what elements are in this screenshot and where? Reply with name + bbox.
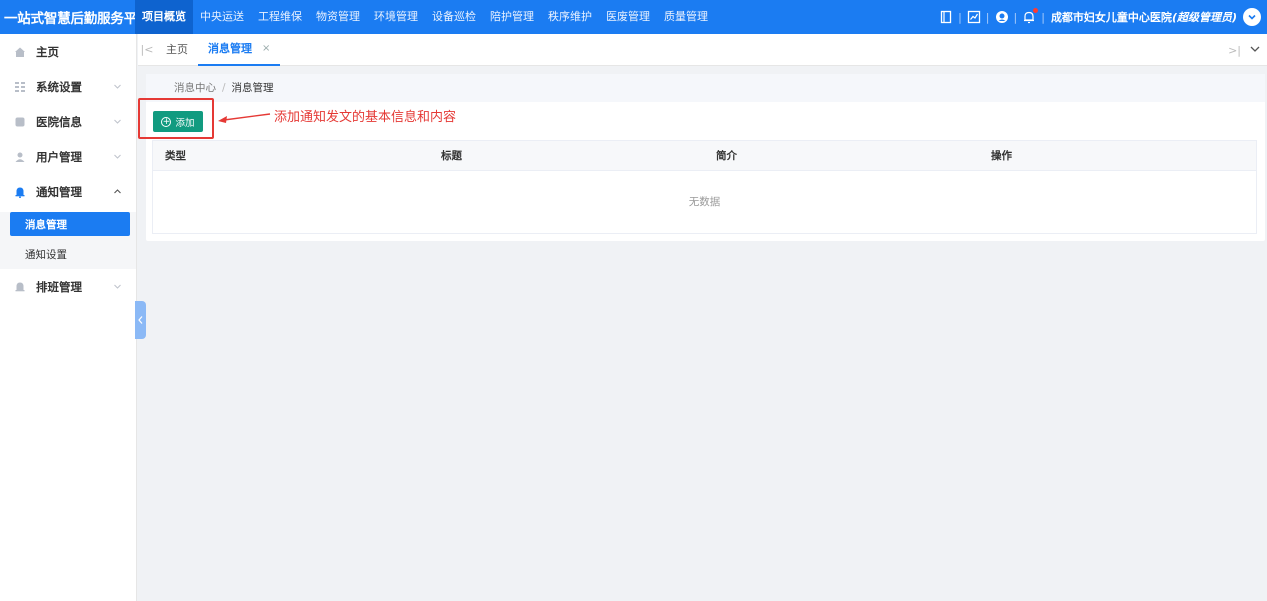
chevron-up-icon (113, 185, 122, 199)
chevron-down-icon (113, 280, 122, 294)
message-table: 类型 标题 简介 操作 无数据 (152, 140, 1257, 234)
message-icon[interactable] (994, 9, 1010, 25)
close-icon[interactable]: × (262, 33, 270, 65)
tab-scroll-left-icon[interactable]: |< (138, 43, 156, 56)
sidebar-item-label: 通知管理 (36, 184, 82, 199)
breadcrumb-separator: / (222, 82, 226, 94)
sidebar-item-system-settings[interactable]: 系统设置 (0, 69, 136, 104)
tab-home[interactable]: 主页 (156, 34, 198, 66)
app-brand: 一站式智慧后勤服务平台 (4, 11, 151, 27)
tabs-bar: |< 主页 消息管理 × >| (138, 34, 1267, 66)
user-menu-chevron-icon[interactable] (1243, 8, 1261, 26)
book-icon[interactable] (938, 9, 954, 25)
bell-icon (14, 186, 26, 198)
column-header-actions: 操作 (991, 150, 1012, 162)
grid-icon (14, 81, 26, 93)
chevron-down-icon (113, 115, 122, 129)
breadcrumb-item[interactable]: 消息中心 (174, 82, 216, 94)
add-button[interactable]: + 添加 (153, 111, 203, 132)
bell-icon (14, 281, 26, 293)
user-info[interactable]: 成都市妇女儿童中心医院(超级管理员) (1051, 9, 1237, 25)
sidebar-subitem-message-management[interactable]: 消息管理 (10, 212, 130, 236)
sidebar-item-label: 医院信息 (36, 114, 82, 129)
tab-label: 主页 (166, 42, 188, 56)
home-icon (14, 46, 26, 58)
sidebar-item-hospital-info[interactable]: 医院信息 (0, 104, 136, 139)
nav-item-escort[interactable]: 陪护管理 (483, 0, 541, 34)
top-nav: 项目概览 中央运送 工程维保 物资管理 环境管理 设备巡检 陪护管理 秩序维护 … (135, 0, 715, 34)
bell-icon[interactable] (1021, 8, 1039, 25)
sidebar-item-user-management[interactable]: 用户管理 (0, 139, 136, 174)
nav-item-medical-waste[interactable]: 医废管理 (599, 0, 657, 34)
sidebar-item-label: 排班管理 (36, 279, 82, 294)
database-icon (14, 116, 26, 128)
tab-label: 消息管理 (208, 41, 252, 55)
content-panel: 消息中心 / 消息管理 + 添加 类型 标题 简介 操作 无数据 (146, 74, 1265, 241)
nav-item-central-transport[interactable]: 中央运送 (193, 0, 251, 34)
top-right-tools: | | | | 成都市妇女儿童中心医院(超级管理员) (934, 0, 1267, 34)
sidebar-submenu: 消息管理 通知设置 (0, 212, 136, 269)
tabs-right-controls: >| (1228, 34, 1261, 66)
nav-item-materials[interactable]: 物资管理 (309, 0, 367, 34)
nav-item-engineering[interactable]: 工程维保 (251, 0, 309, 34)
chevron-left-icon (138, 316, 143, 324)
sidebar-item-label: 系统设置 (36, 79, 82, 94)
sidebar-item-label: 主页 (36, 44, 59, 59)
plus-circle-icon: + (161, 116, 172, 127)
top-bar: 一站式智慧后勤服务平台 项目概览 中央运送 工程维保 物资管理 环境管理 设备巡… (0, 0, 1267, 34)
user-icon (14, 151, 26, 163)
table-empty-text: 无数据 (688, 196, 721, 208)
nav-item-environment[interactable]: 环境管理 (367, 0, 425, 34)
sidebar-item-schedule-management[interactable]: 排班管理 (0, 269, 136, 304)
nav-item-overview[interactable]: 项目概览 (135, 0, 193, 34)
separator: | (985, 10, 990, 24)
chart-icon[interactable] (966, 9, 982, 25)
chevron-down-icon[interactable] (1249, 43, 1261, 58)
user-org: 成都市妇女儿童中心医院 (1050, 11, 1172, 24)
chevron-down-icon (113, 80, 122, 94)
annotation-text: 添加通知发文的基本信息和内容 (274, 110, 457, 125)
nav-item-inspection[interactable]: 设备巡检 (425, 0, 483, 34)
separator: | (1041, 10, 1045, 24)
sidebar-item-notification-management[interactable]: 通知管理 (0, 174, 136, 209)
sidebar: 主页 系统设置 医院信息 用户管理 通知管理 消息管理 通知设置 排班管理 (0, 34, 137, 601)
sidebar-collapse-handle[interactable] (135, 301, 146, 339)
user-role: (超级管理员) (1171, 11, 1237, 24)
breadcrumb-current: 消息管理 (231, 82, 274, 94)
tab-scroll-right-icon[interactable]: >| (1228, 44, 1241, 57)
sidebar-item-home[interactable]: 主页 (0, 34, 136, 69)
nav-item-quality[interactable]: 质量管理 (657, 0, 715, 34)
breadcrumb: 消息中心 / 消息管理 (146, 74, 1265, 102)
annotation-arrow-icon (218, 113, 271, 123)
column-header-title: 标题 (441, 150, 462, 162)
chevron-down-icon (113, 150, 122, 164)
tab-message-management[interactable]: 消息管理 × (198, 33, 281, 66)
sidebar-subitem-notification-settings[interactable]: 通知设置 (0, 239, 136, 269)
column-header-type: 类型 (165, 150, 186, 162)
table-header: 类型 标题 简介 操作 (153, 141, 1256, 171)
separator: | (1013, 10, 1018, 24)
separator: | (958, 10, 962, 24)
column-header-summary: 简介 (716, 150, 737, 162)
add-button-label: 添加 (175, 117, 195, 129)
sidebar-item-label: 用户管理 (36, 149, 82, 164)
nav-item-order[interactable]: 秩序维护 (541, 0, 599, 34)
notification-dot (1033, 8, 1039, 13)
